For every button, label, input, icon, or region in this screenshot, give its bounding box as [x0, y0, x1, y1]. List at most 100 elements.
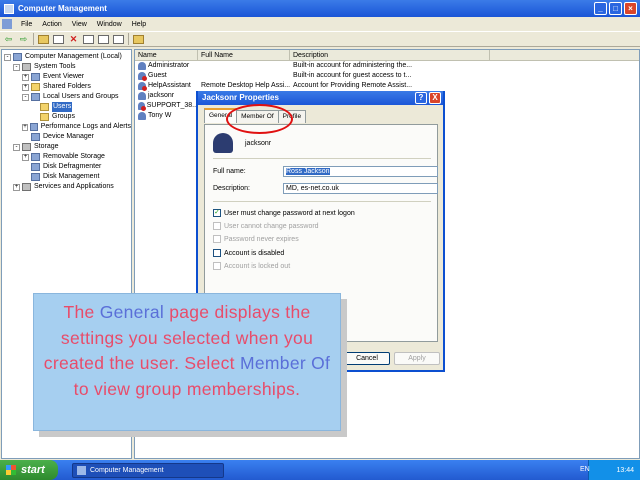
tree-node[interactable]: - Storage [2, 142, 131, 152]
toolbar-divider [33, 33, 34, 45]
expand-icon[interactable]: + [22, 83, 29, 91]
collapse-icon[interactable]: - [4, 53, 11, 61]
full-name-row: Full name: Ross Jackson [213, 166, 438, 177]
account-locked-out-checkbox[interactable]: Account is locked out [213, 262, 290, 270]
table-row[interactable]: HelpAssistant Remote Desktop Help Assi...… [135, 81, 639, 91]
cancel-button[interactable]: Cancel [344, 352, 390, 365]
table-row[interactable]: Guest Built-in account for guest access t… [135, 71, 639, 81]
tree-node-label: Device Manager [43, 133, 94, 140]
forward-arrow-icon[interactable]: ⇨ [18, 34, 29, 45]
menu-window[interactable]: Window [92, 21, 127, 28]
callout-text: The [63, 302, 100, 322]
new-user-icon[interactable] [133, 34, 144, 44]
checkbox-label: Account is locked out [224, 262, 291, 270]
tree-node[interactable]: Users [2, 102, 131, 112]
description-field[interactable]: MD, es-net.co.uk [283, 183, 438, 194]
checkbox-label: User cannot change password [224, 222, 319, 230]
maximize-button[interactable]: □ [609, 2, 622, 15]
menu-help[interactable]: Help [127, 21, 151, 28]
windows-logo-icon [6, 465, 16, 475]
help-icon[interactable] [113, 34, 124, 44]
divider [213, 201, 431, 202]
taskbar-item-label: Computer Management [90, 466, 164, 474]
tree-node[interactable]: Disk Defragmenter [2, 162, 131, 172]
menu-action[interactable]: Action [37, 21, 66, 28]
user-name-cell: Tony W [135, 111, 198, 121]
dialog-titlebar: Jacksonr Properties ? X [198, 91, 443, 105]
apply-button[interactable]: Apply [394, 352, 440, 365]
show-tree-icon[interactable] [53, 34, 64, 44]
expand-icon[interactable]: + [22, 153, 29, 161]
user-name: Guest [148, 72, 167, 79]
tools-icon [22, 63, 31, 71]
tree-node-label: Users [52, 102, 73, 112]
start-button[interactable]: start [0, 460, 58, 480]
delete-icon[interactable]: ✕ [68, 34, 79, 45]
expand-icon[interactable]: + [22, 123, 29, 131]
tree-node[interactable]: - Local Users and Groups [2, 92, 131, 102]
user-name-cell: jacksonr [135, 91, 198, 101]
taskbar-item-computer-management[interactable]: Computer Management [72, 462, 224, 478]
expand-icon[interactable]: + [13, 183, 20, 191]
menu-view[interactable]: View [67, 21, 92, 28]
tree-node[interactable]: - System Tools [2, 62, 131, 72]
column-name[interactable]: Name [135, 50, 198, 60]
taskbar: start Computer Management 13:44 [0, 460, 640, 480]
tree-node[interactable]: Groups [2, 112, 131, 122]
tree-node[interactable]: + Shared Folders [2, 82, 131, 92]
toolbar: ⇦ ⇨ ✕ [0, 31, 640, 47]
user-name: Administrator [148, 62, 190, 69]
tree-node-label: Disk Management [43, 173, 100, 180]
dialog-help-button[interactable]: ? [415, 92, 427, 104]
must-change-password-checkbox[interactable]: ✓ User must change password at next logo… [213, 209, 355, 217]
tree-node-label: Disk Defragmenter [43, 163, 102, 170]
minimize-button[interactable]: _ [594, 2, 607, 15]
collapse-icon[interactable]: - [13, 143, 20, 151]
properties-icon[interactable] [83, 34, 94, 44]
checkbox-box [213, 222, 221, 230]
clock: 13:44 [616, 466, 634, 474]
dialog-close-button[interactable]: X [429, 92, 441, 104]
node-icon [31, 173, 40, 181]
column-full-name[interactable]: Full Name [198, 50, 290, 60]
password-never-expires-checkbox[interactable]: Password never expires [213, 235, 299, 243]
tree-node[interactable]: + Removable Storage [2, 152, 131, 162]
collapse-icon[interactable]: - [13, 63, 20, 71]
close-button[interactable]: × [624, 2, 637, 15]
back-arrow-icon[interactable]: ⇦ [3, 34, 14, 45]
cannot-change-password-checkbox[interactable]: User cannot change password [213, 222, 319, 230]
node-icon [31, 153, 40, 161]
tree-node-label: Services and Applications [34, 183, 114, 190]
user-icon [138, 92, 146, 100]
window-titlebar: Computer Management _ □ × [0, 0, 640, 17]
tree-node-label: Local Users and Groups [43, 93, 119, 100]
description-cell: Account for Providing Remote Assist... [293, 82, 413, 89]
user-logon-name: jacksonr [245, 139, 272, 147]
export-list-icon[interactable] [98, 34, 109, 44]
folder-icon [31, 83, 40, 91]
tree-node[interactable]: Device Manager [2, 132, 131, 142]
collapse-icon[interactable]: - [22, 93, 29, 101]
account-disabled-checkbox[interactable]: Account is disabled [213, 249, 284, 257]
tree-node[interactable]: + Performance Logs and Alerts [2, 122, 131, 132]
expand-icon[interactable]: + [22, 73, 29, 81]
folder-icon [40, 103, 49, 111]
tree-node-label: Event Viewer [43, 73, 85, 80]
user-name-cell: SUPPORT_38... [135, 101, 198, 111]
user-icon [138, 102, 146, 111]
tree-node-label: Removable Storage [43, 153, 105, 160]
up-folder-icon[interactable] [38, 34, 49, 44]
language-indicator[interactable]: EN [580, 466, 590, 473]
user-name: HelpAssistant [148, 82, 191, 89]
description-cell: Built-in account for administering the..… [293, 62, 413, 69]
column-description[interactable]: Description [290, 50, 490, 60]
full-name-label: Full name: [213, 168, 246, 175]
node-icon [30, 123, 38, 131]
table-row[interactable]: Administrator Built-in account for admini… [135, 61, 639, 71]
menu-file[interactable]: File [16, 21, 37, 28]
tree-node[interactable]: + Event Viewer [2, 72, 131, 82]
full-name-field[interactable]: Ross Jackson [283, 166, 438, 177]
tree-node[interactable]: Disk Management [2, 172, 131, 182]
tree-node[interactable]: - Computer Management (Local) [2, 52, 131, 62]
tree-node[interactable]: + Services and Applications [2, 182, 131, 192]
